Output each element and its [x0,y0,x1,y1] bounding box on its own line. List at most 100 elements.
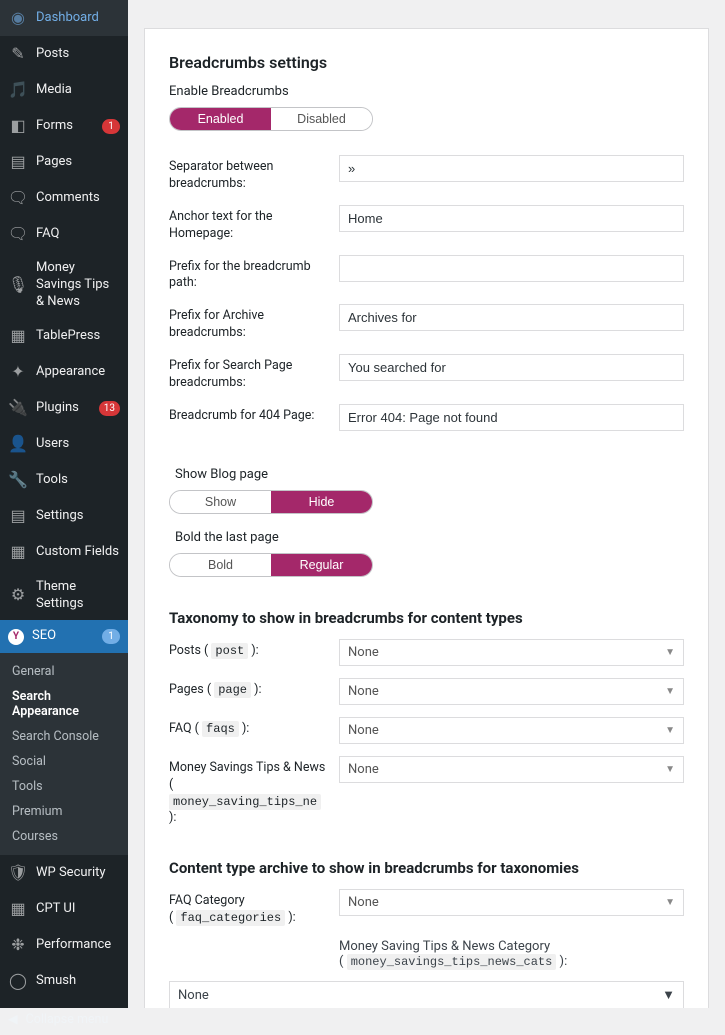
pin-icon: ✎ [8,44,28,64]
separator-input[interactable] [339,155,684,182]
sidebar-item-custom-fields[interactable]: ▦Custom Fields [0,535,128,571]
sidebar-item-appearance[interactable]: ✦Appearance [0,355,128,391]
tax-row-money-savings: Money Savings Tips & News ( money_saving… [169,756,684,828]
archive-money-label: Money Saving Tips & News Category( money… [339,939,684,969]
seo-submenu: General Search Appearance Search Console… [0,653,128,855]
tax-money-label: Money Savings Tips & News ( money_saving… [169,756,327,828]
faq-icon: 🗨 [8,224,28,244]
sidebar-item-wp-security[interactable]: 🛡WP Security [0,855,128,891]
cpt-icon: ▦ [8,899,28,919]
sidebar-item-posts[interactable]: ✎Posts [0,36,128,72]
submenu-general[interactable]: General [0,659,128,684]
caret-icon: ▼ [665,647,675,658]
anchor-home-label: Anchor text for the Homepage: [169,205,327,243]
submenu-premium[interactable]: Premium [0,799,128,824]
submenu-tools[interactable]: Tools [0,774,128,799]
plugins-badge: 13 [99,401,120,416]
enable-btn[interactable]: Enabled [170,108,271,130]
tax-posts-select[interactable]: None▼ [339,639,684,666]
sliders-icon: ▤ [8,507,28,527]
pages-icon: ▤ [8,152,28,172]
caret-icon: ▼ [665,897,675,908]
sidebar-item-seo[interactable]: YSEO1 [0,620,128,653]
submenu-search-appearance[interactable]: Search Appearance [0,684,128,724]
row-prefix-path: Prefix for the breadcrumb path: [169,255,684,293]
caret-icon: ▼ [665,725,675,736]
sidebar-item-dashboard[interactable]: ◉Dashboard [0,0,128,36]
tax-row-posts: Posts ( post ): None▼ [169,639,684,666]
submenu-search-console[interactable]: Search Console [0,724,128,749]
sidebar-item-faq[interactable]: 🗨FAQ [0,216,128,252]
media-icon: 🎵 [8,80,28,100]
tax-money-select[interactable]: None▼ [339,756,684,783]
tax-pages-select[interactable]: None▼ [339,678,684,705]
prefix-search-label: Prefix for Search Page breadcrumbs: [169,354,327,392]
disable-btn[interactable]: Disabled [271,108,372,130]
sidebar-item-forms[interactable]: ◧Forms1 [0,108,128,144]
tax-row-faq: FAQ ( faqs ): None▼ [169,717,684,744]
sidebar-item-tablepress[interactable]: ▦TablePress [0,319,128,355]
archive-faq-label: FAQ Category( faq_categories ): [169,889,327,927]
caret-icon: ▼ [665,764,675,775]
sidebar-item-users[interactable]: 👤Users [0,427,128,463]
submenu-courses[interactable]: Courses [0,824,128,849]
sidebar-item-media[interactable]: 🎵Media [0,72,128,108]
row-separator: Separator between breadcrumbs: [169,155,684,193]
bold-btn[interactable]: Bold [170,554,271,576]
collapse-menu[interactable]: ◀Collapse menu [0,1003,128,1035]
sidebar-item-tools[interactable]: 🔧Tools [0,463,128,499]
gear-icon: ⚙ [8,586,28,606]
sidebar-item-plugins[interactable]: 🔌Plugins13 [0,391,128,427]
sidebar-item-money-savings[interactable]: 🎙Money Savings Tips & News [0,252,128,319]
sidebar-item-comments[interactable]: 🗨Comments [0,180,128,216]
admin-sidebar: ◉Dashboard ✎Posts 🎵Media ◧Forms1 ▤Pages … [0,0,128,1008]
blog-hide-btn[interactable]: Hide [271,491,372,513]
tax-posts-label: Posts ( post ): [169,639,327,660]
archive-section-title: Content type archive to show in breadcru… [169,859,684,877]
row-anchor-home: Anchor text for the Homepage: [169,205,684,243]
section-title-breadcrumbs: Breadcrumbs settings [169,53,684,72]
taxonomy-section-title: Taxonomy to show in breadcrumbs for cont… [169,609,684,627]
archive-row-faq-cat: FAQ Category( faq_categories ): None▼ [169,889,684,927]
dashboard-icon: ◉ [8,8,28,28]
anchor-home-input[interactable] [339,205,684,232]
sidebar-item-cpt-ui[interactable]: ▦CPT UI [0,891,128,927]
sidebar-item-smush[interactable]: ◯Smush [0,963,128,999]
row-prefix-archive: Prefix for Archive breadcrumbs: [169,304,684,342]
regular-btn[interactable]: Regular [271,554,372,576]
forms-badge: 1 [102,119,120,134]
show-blog-toggle: Show Hide [169,490,373,514]
prefix-archive-input[interactable] [339,304,684,331]
tax-pages-label: Pages ( page ): [169,678,327,699]
prefix-archive-label: Prefix for Archive breadcrumbs: [169,304,327,342]
forms-icon: ◧ [8,116,28,136]
grid-icon: ▦ [8,543,28,563]
enable-breadcrumbs-label: Enable Breadcrumbs [169,84,684,99]
table-icon: ▦ [8,327,28,347]
breadcrumbs-settings-panel: Breadcrumbs settings Enable Breadcrumbs … [144,28,709,1008]
user-icon: 👤 [8,435,28,455]
seo-badge: 1 [102,629,120,644]
sidebar-item-theme-settings[interactable]: ⚙Theme Settings [0,571,128,621]
archive-money-select[interactable]: None▼ [169,981,684,1008]
tax-faq-select[interactable]: None▼ [339,717,684,744]
row-prefix-search: Prefix for Search Page breadcrumbs: [169,354,684,392]
blog-show-btn[interactable]: Show [170,491,271,513]
archive-row-money-cat: Money Saving Tips & News Category( money… [169,939,684,969]
prefix-path-label: Prefix for the breadcrumb path: [169,255,327,293]
collapse-icon: ◀ [8,1011,18,1027]
plug-icon: 🔌 [8,399,28,419]
prefix-search-input[interactable] [339,354,684,381]
sidebar-item-pages[interactable]: ▤Pages [0,144,128,180]
performance-icon: ❉ [8,935,28,955]
separator-label: Separator between breadcrumbs: [169,155,327,193]
submenu-social[interactable]: Social [0,749,128,774]
sidebar-item-performance[interactable]: ❉Performance [0,927,128,963]
archive-faq-select[interactable]: None▼ [339,889,684,916]
prefix-path-input[interactable] [339,255,684,282]
404-input[interactable] [339,404,684,431]
wrench-icon: 🔧 [8,471,28,491]
sidebar-item-settings[interactable]: ▤Settings [0,499,128,535]
caret-icon: ▼ [665,686,675,697]
bold-last-label: Bold the last page [175,530,684,545]
